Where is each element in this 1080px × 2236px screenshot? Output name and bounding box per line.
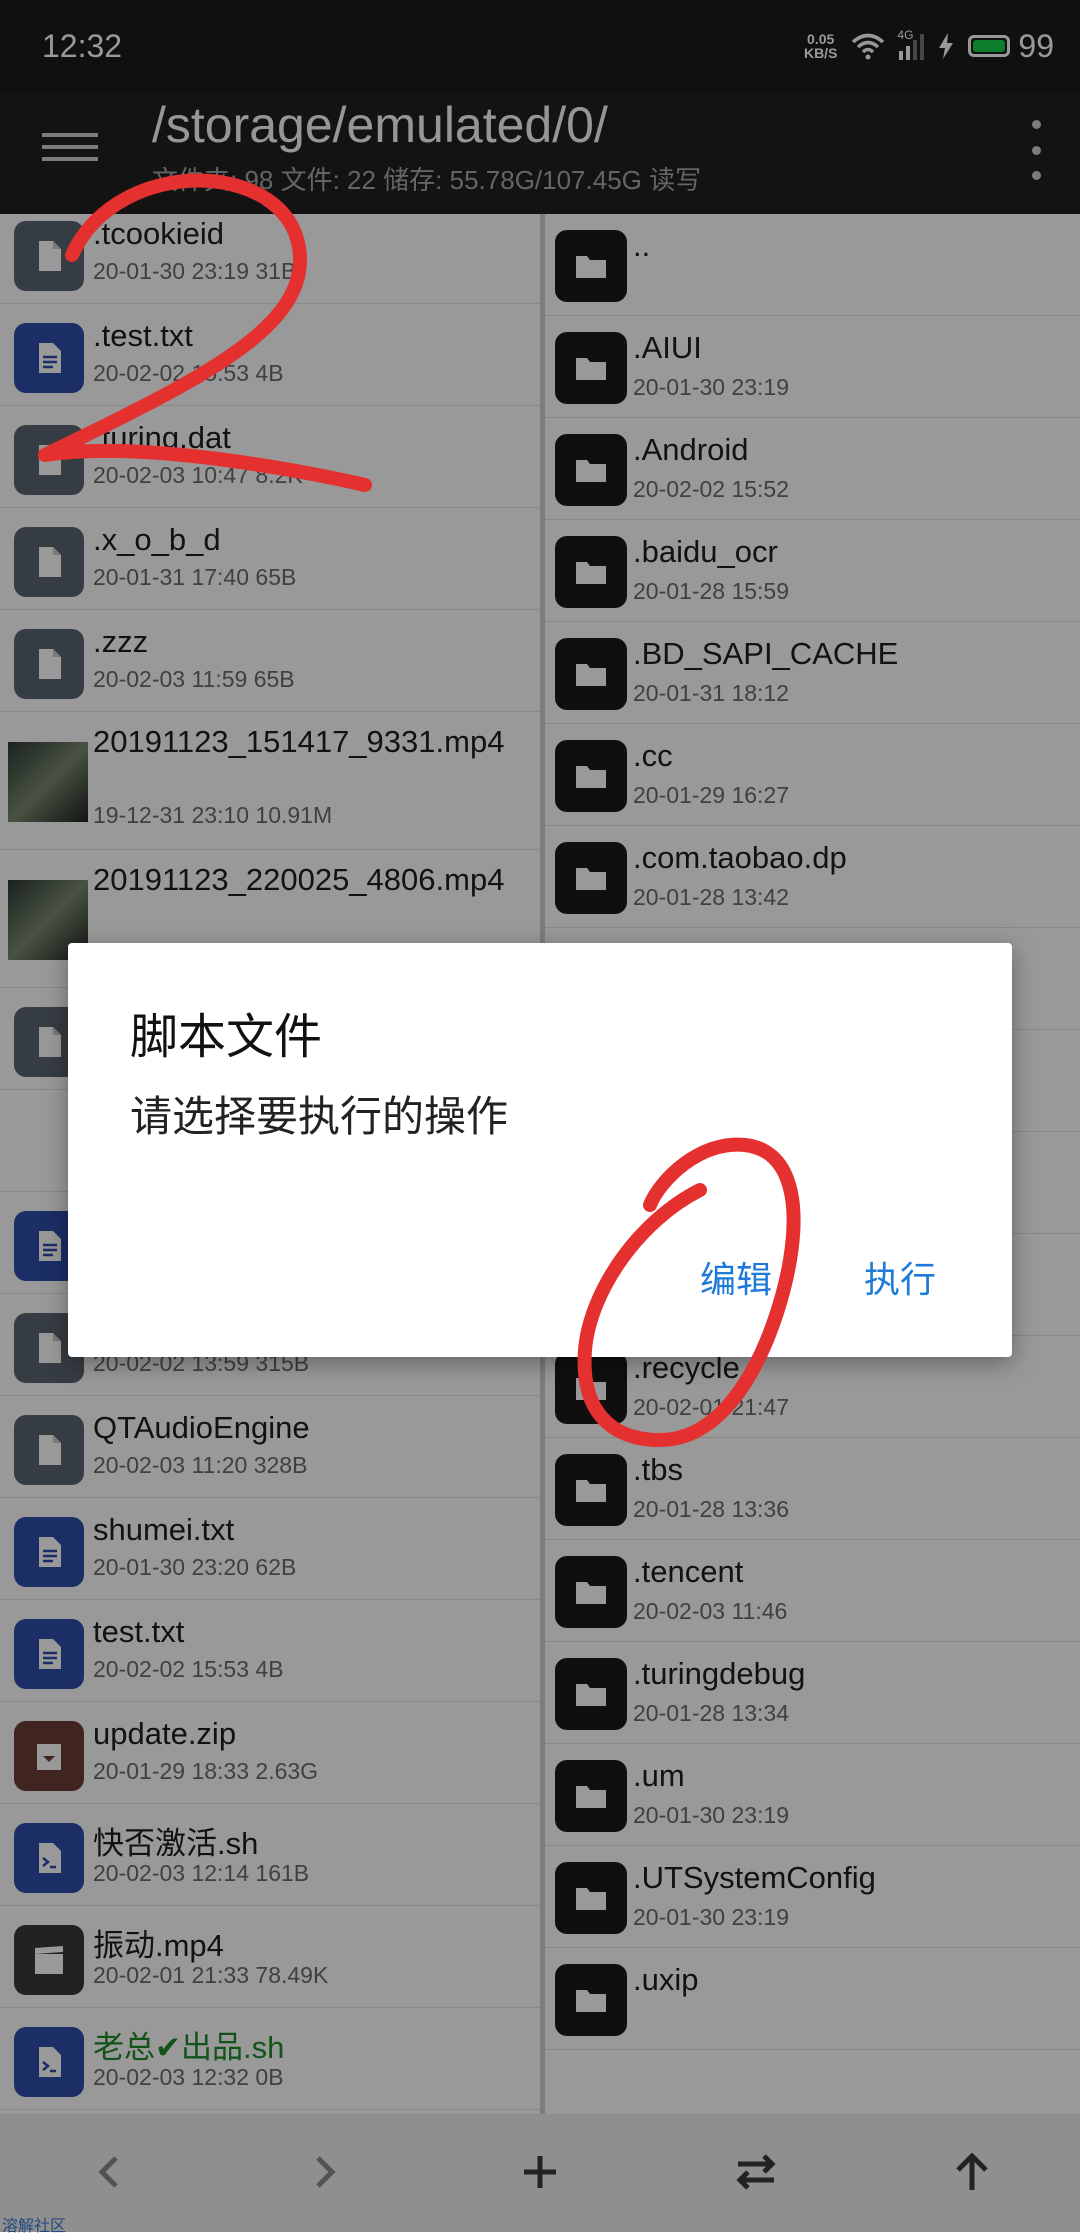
dialog-title: 脚本文件 [130, 1011, 323, 1064]
edit-button[interactable]: 编辑 [700, 1251, 772, 1303]
script-file-dialog: 脚本文件 请选择要执行的操作 编辑 执行 [68, 943, 1012, 1357]
dialog-message: 请选择要执行的操作 [130, 1093, 509, 1140]
run-button[interactable]: 执行 [864, 1251, 936, 1303]
